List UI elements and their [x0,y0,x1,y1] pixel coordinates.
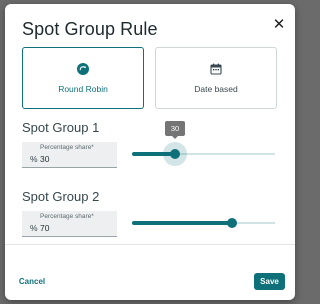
round-robin-option[interactable]: Round Robin [22,47,144,109]
percentage-share-label: Percentage share* [40,213,94,220]
save-button[interactable]: Save [254,273,285,290]
percent-prefix: % [30,154,38,164]
spot-group-rule-dialog: Spot Group Rule ✕ Round Robin Date based [5,4,295,300]
spot-group-2-percentage-field[interactable]: Percentage share* % 70 [22,211,117,237]
spot-group-1-title: Spot Group 1 [22,120,100,135]
date-based-option[interactable]: Date based [155,47,277,109]
slider-thumb[interactable] [170,149,180,159]
dialog-title: Spot Group Rule [22,19,158,39]
cancel-button[interactable]: Cancel [15,274,49,290]
spot-group-2-title: Spot Group 2 [22,189,100,204]
slider-track [132,221,232,225]
spot-group-1-slider[interactable]: 30 [132,121,275,166]
percent-prefix: % [30,223,38,233]
spot-group-1-percentage-field[interactable]: Percentage share* % 30 [22,142,117,168]
percentage-value[interactable]: 30 [40,154,49,164]
percentage-share-label: Percentage share* [40,144,94,151]
round-robin-label: Round Robin [58,84,108,94]
percentage-value[interactable]: 70 [40,223,49,233]
close-icon[interactable]: ✕ [271,16,287,33]
date-based-label: Date based [194,84,238,94]
round-robin-icon [77,62,89,80]
spot-group-2-slider[interactable] [132,213,275,233]
calendar-icon [210,62,222,80]
slider-thumb[interactable] [227,218,237,228]
slider-value-tooltip: 30 [165,121,185,139]
footer-divider [5,244,295,245]
